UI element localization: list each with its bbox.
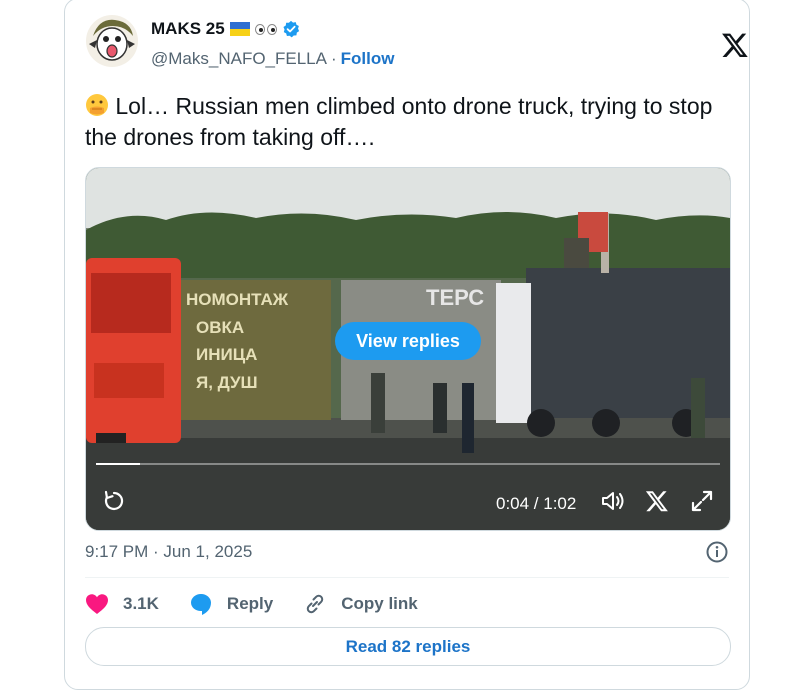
avatar[interactable] (85, 14, 139, 68)
author-handle[interactable]: @Maks_NAFO_FELLA (151, 49, 327, 69)
link-icon (307, 594, 324, 614)
reply-bubble-icon (190, 594, 211, 615)
view-replies-button[interactable]: View replies (335, 322, 481, 360)
tweet-body: Lol… Russian men climbed onto drone truc… (85, 93, 713, 150)
video-progress-fill (96, 463, 140, 465)
tweet-header: MAKS 25 @Maks_NAFO_FELLA · Follow (85, 14, 749, 74)
x-logo-icon[interactable] (721, 31, 749, 59)
video-time: 0:04 / 1:02 (496, 494, 577, 513)
video-player[interactable]: НОМОНТАЖ ОВКА ИНИЦА Я, ДУШ ТЕРС View rep… (85, 167, 731, 531)
tweet-timestamp[interactable]: 9:17 PM · Jun 1, 2025 (85, 542, 252, 562)
ukraine-flag-icon (229, 22, 250, 36)
heart-icon (86, 594, 108, 614)
separator-dot: · (330, 49, 337, 68)
info-icon[interactable] (705, 540, 729, 564)
tweet-card: MAKS 25 @Maks_NAFO_FELLA · Follow Lol… R… (64, 0, 750, 690)
sign-right-text: ТЕРС (426, 285, 484, 310)
sign-line-2: ОВКА (196, 318, 244, 337)
reply-label: Reply (226, 594, 274, 613)
fullscreen-icon[interactable] (690, 489, 714, 513)
sign-line-1: НОМОНТАЖ (186, 290, 289, 309)
handle-row: @Maks_NAFO_FELLA · Follow (151, 49, 394, 69)
replay-icon[interactable] (102, 489, 126, 513)
copy-link-label: Copy link (341, 594, 418, 613)
face-with-hand-over-mouth-icon (86, 94, 108, 116)
like-button[interactable]: 3.1K (85, 593, 159, 615)
author-name[interactable]: MAKS 25 (151, 19, 225, 39)
volume-icon[interactable] (600, 489, 626, 513)
x-logo-icon[interactable] (645, 489, 669, 513)
divider (85, 577, 729, 578)
sign-line-4: Я, ДУШ (196, 373, 258, 392)
like-count: 3.1K (123, 594, 159, 613)
tweet-actions: 3.1K Reply Copy link (85, 589, 448, 619)
follow-button[interactable]: Follow (341, 49, 395, 69)
author-name-row: MAKS 25 (151, 19, 300, 39)
video-controls: 0:04 / 1:02 (86, 473, 730, 529)
eyes-icon (254, 23, 277, 35)
verified-badge-icon (283, 20, 299, 38)
reply-button[interactable]: Reply (189, 592, 273, 616)
video-progress-bar[interactable] (96, 463, 720, 465)
copy-link-button[interactable]: Copy link (303, 592, 418, 616)
sign-line-3: ИНИЦА (196, 345, 257, 364)
read-replies-button[interactable]: Read 82 replies (85, 627, 731, 666)
tweet-text: Lol… Russian men climbed onto drone truc… (85, 91, 735, 153)
